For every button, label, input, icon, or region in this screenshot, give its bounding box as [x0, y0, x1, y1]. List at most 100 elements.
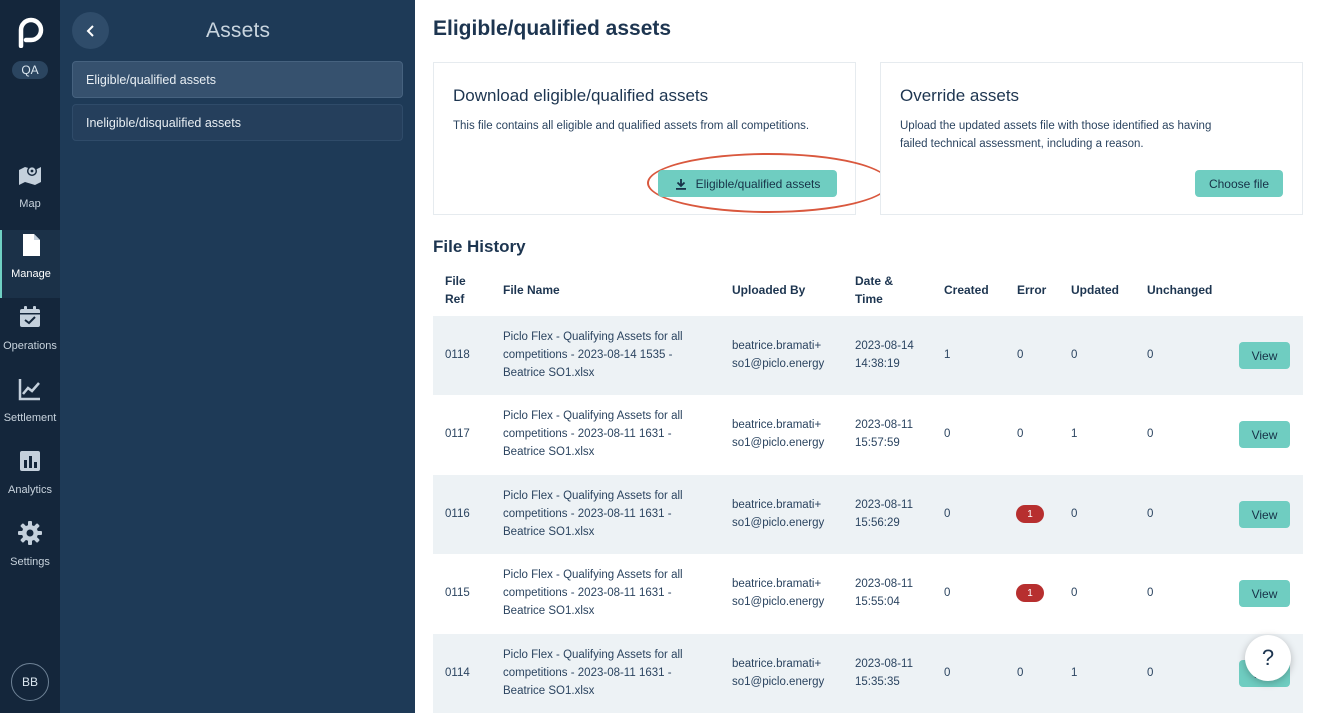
cell-created: 0 [944, 587, 951, 599]
download-button-label: Eligible/qualified assets [695, 176, 821, 191]
cell-updated: 0 [1071, 587, 1078, 599]
download-card-text: This file contains all eligible and qual… [453, 120, 810, 132]
subnav-item-ineligible[interactable]: Ineligible/disqualified assets [72, 104, 403, 141]
cell-file-ref: 0114 [445, 667, 470, 679]
rail-item-map[interactable]: Map [0, 160, 60, 228]
page-title: Eligible/qualified assets [433, 17, 672, 40]
cell-file-ref: 0118 [445, 349, 470, 361]
rail-item-settlement[interactable]: Settlement [0, 374, 60, 442]
col-unchanged: Unchanged [1147, 283, 1213, 297]
subnav-title: Assets [206, 19, 271, 42]
cell-created: 1 [944, 349, 951, 361]
file-history-header: File Ref File Name Uploaded By Date & Ti… [433, 270, 1303, 316]
cell-file-name: Piclo Flex - Qualifying Assets for all co… [503, 410, 683, 458]
cell-date-time: 2023-08-11 15:57:59 [855, 419, 913, 449]
file-history-title: File History [433, 237, 526, 256]
chevron-left-icon [86, 24, 94, 37]
cell-uploaded-by: beatrice.bramati+ so1@piclo.energy [732, 419, 825, 449]
help-button[interactable]: ? [1245, 635, 1291, 681]
rail-item-analytics[interactable]: Analytics [0, 446, 60, 514]
col-date-time: Date & Time [855, 274, 894, 306]
rail-label-operations: Operations [3, 340, 57, 352]
rail-item-manage[interactable]: Manage [0, 230, 60, 298]
table-row: 0117 Piclo Flex - Qualifying Assets for … [433, 395, 1303, 474]
cell-uploaded-by: beatrice.bramati+ so1@piclo.energy [732, 658, 825, 688]
view-button[interactable]: View [1239, 580, 1290, 607]
subnav-item-label: Ineligible/disqualified assets [86, 115, 241, 130]
cell-updated: 1 [1071, 667, 1078, 679]
calendar-check-icon [20, 306, 40, 327]
map-icon [19, 166, 41, 185]
rail-item-settings[interactable]: Settings [0, 518, 60, 586]
user-avatar[interactable]: BB [11, 663, 49, 701]
col-uploaded-by: Uploaded By [732, 283, 806, 297]
piclo-logo-icon[interactable] [14, 14, 46, 48]
bar-chart-icon [20, 451, 40, 471]
col-updated: Updated [1071, 283, 1119, 297]
table-row: 0114 Piclo Flex - Qualifying Assets for … [433, 634, 1303, 713]
gear-icon [18, 521, 42, 545]
col-file-name: File Name [503, 283, 560, 297]
view-button[interactable]: View [1239, 421, 1290, 448]
cell-date-time: 2023-08-11 15:35:35 [855, 658, 913, 688]
col-error: Error [1017, 283, 1047, 297]
cell-file-name: Piclo Flex - Qualifying Assets for all co… [503, 649, 683, 697]
download-icon [675, 178, 686, 190]
view-button[interactable]: View [1239, 342, 1290, 369]
view-button[interactable]: View [1239, 501, 1290, 528]
subnav-item-label: Eligible/qualified assets [86, 72, 216, 87]
cell-unchanged: 0 [1147, 428, 1154, 440]
choose-file-label: Choose file [1208, 176, 1270, 191]
download-eligible-assets-button[interactable]: Eligible/qualified assets [658, 170, 837, 197]
error-count-badge: 1 [1016, 505, 1044, 523]
cell-error: 0 [1017, 428, 1024, 440]
cell-unchanged: 0 [1147, 349, 1154, 361]
cell-date-time: 2023-08-11 15:55:04 [855, 578, 913, 608]
cell-created: 0 [944, 508, 951, 520]
cell-file-name: Piclo Flex - Qualifying Assets for all co… [503, 490, 683, 538]
table-row: 0115 Piclo Flex - Qualifying Assets for … [433, 554, 1303, 633]
download-card: Download eligible/qualified assets This … [433, 62, 890, 215]
subnav-item-eligible[interactable]: Eligible/qualified assets [72, 61, 403, 98]
cell-created: 0 [944, 428, 951, 440]
cell-date-time: 2023-08-14 14:38:19 [855, 340, 914, 370]
override-card-title: Override assets [900, 86, 1020, 105]
cell-uploaded-by: beatrice.bramati+ so1@piclo.energy [732, 340, 825, 370]
main-content: Eligible/qualified assets Download eligi… [415, 0, 1321, 713]
cell-created: 0 [944, 667, 951, 679]
cell-unchanged: 0 [1147, 508, 1154, 520]
environment-badge: QA [12, 61, 48, 79]
override-card: Override assets Upload the updated asset… [880, 62, 1303, 215]
rail-label-settings: Settings [10, 556, 50, 568]
download-card-title: Download eligible/qualified assets [453, 86, 709, 105]
col-file-ref: File Ref [445, 274, 466, 306]
cell-updated: 0 [1071, 349, 1078, 361]
col-created: Created [944, 283, 989, 297]
rail-label-analytics: Analytics [7, 484, 53, 496]
rail-label-settlement: Settlement [3, 412, 57, 424]
line-chart-icon [18, 379, 40, 401]
choose-file-button[interactable]: Choose file [1195, 170, 1283, 197]
cell-updated: 0 [1071, 508, 1078, 520]
cell-uploaded-by: beatrice.bramati+ so1@piclo.energy [732, 578, 825, 608]
cell-file-ref: 0116 [445, 508, 470, 520]
cell-file-name: Piclo Flex - Qualifying Assets for all co… [503, 331, 683, 379]
assets-subnav: Assets Eligible/qualified assets Ineligi… [60, 0, 415, 713]
cell-unchanged: 0 [1147, 667, 1154, 679]
cell-unchanged: 0 [1147, 587, 1154, 599]
error-count-badge: 1 [1016, 584, 1044, 602]
document-icon [23, 234, 40, 256]
cell-error: 0 [1017, 667, 1024, 679]
override-card-text: Upload the updated assets file with thos… [900, 117, 1211, 153]
table-row: 0118 Piclo Flex - Qualifying Assets for … [433, 316, 1303, 395]
back-button[interactable] [72, 12, 109, 49]
table-row: 0116 Piclo Flex - Qualifying Assets for … [433, 475, 1303, 554]
cell-error: 0 [1017, 349, 1024, 361]
cell-updated: 1 [1071, 428, 1078, 440]
override-card-text-line-1: Upload the updated assets file with thos… [900, 120, 1212, 132]
cell-date-time: 2023-08-11 15:56:29 [855, 499, 913, 529]
rail-item-operations[interactable]: Operations [0, 302, 60, 370]
primary-rail: QA Map Manage Operations Settlement Anal… [0, 0, 60, 713]
rail-label-map: Map [19, 198, 41, 210]
cell-file-ref: 0115 [445, 587, 470, 599]
